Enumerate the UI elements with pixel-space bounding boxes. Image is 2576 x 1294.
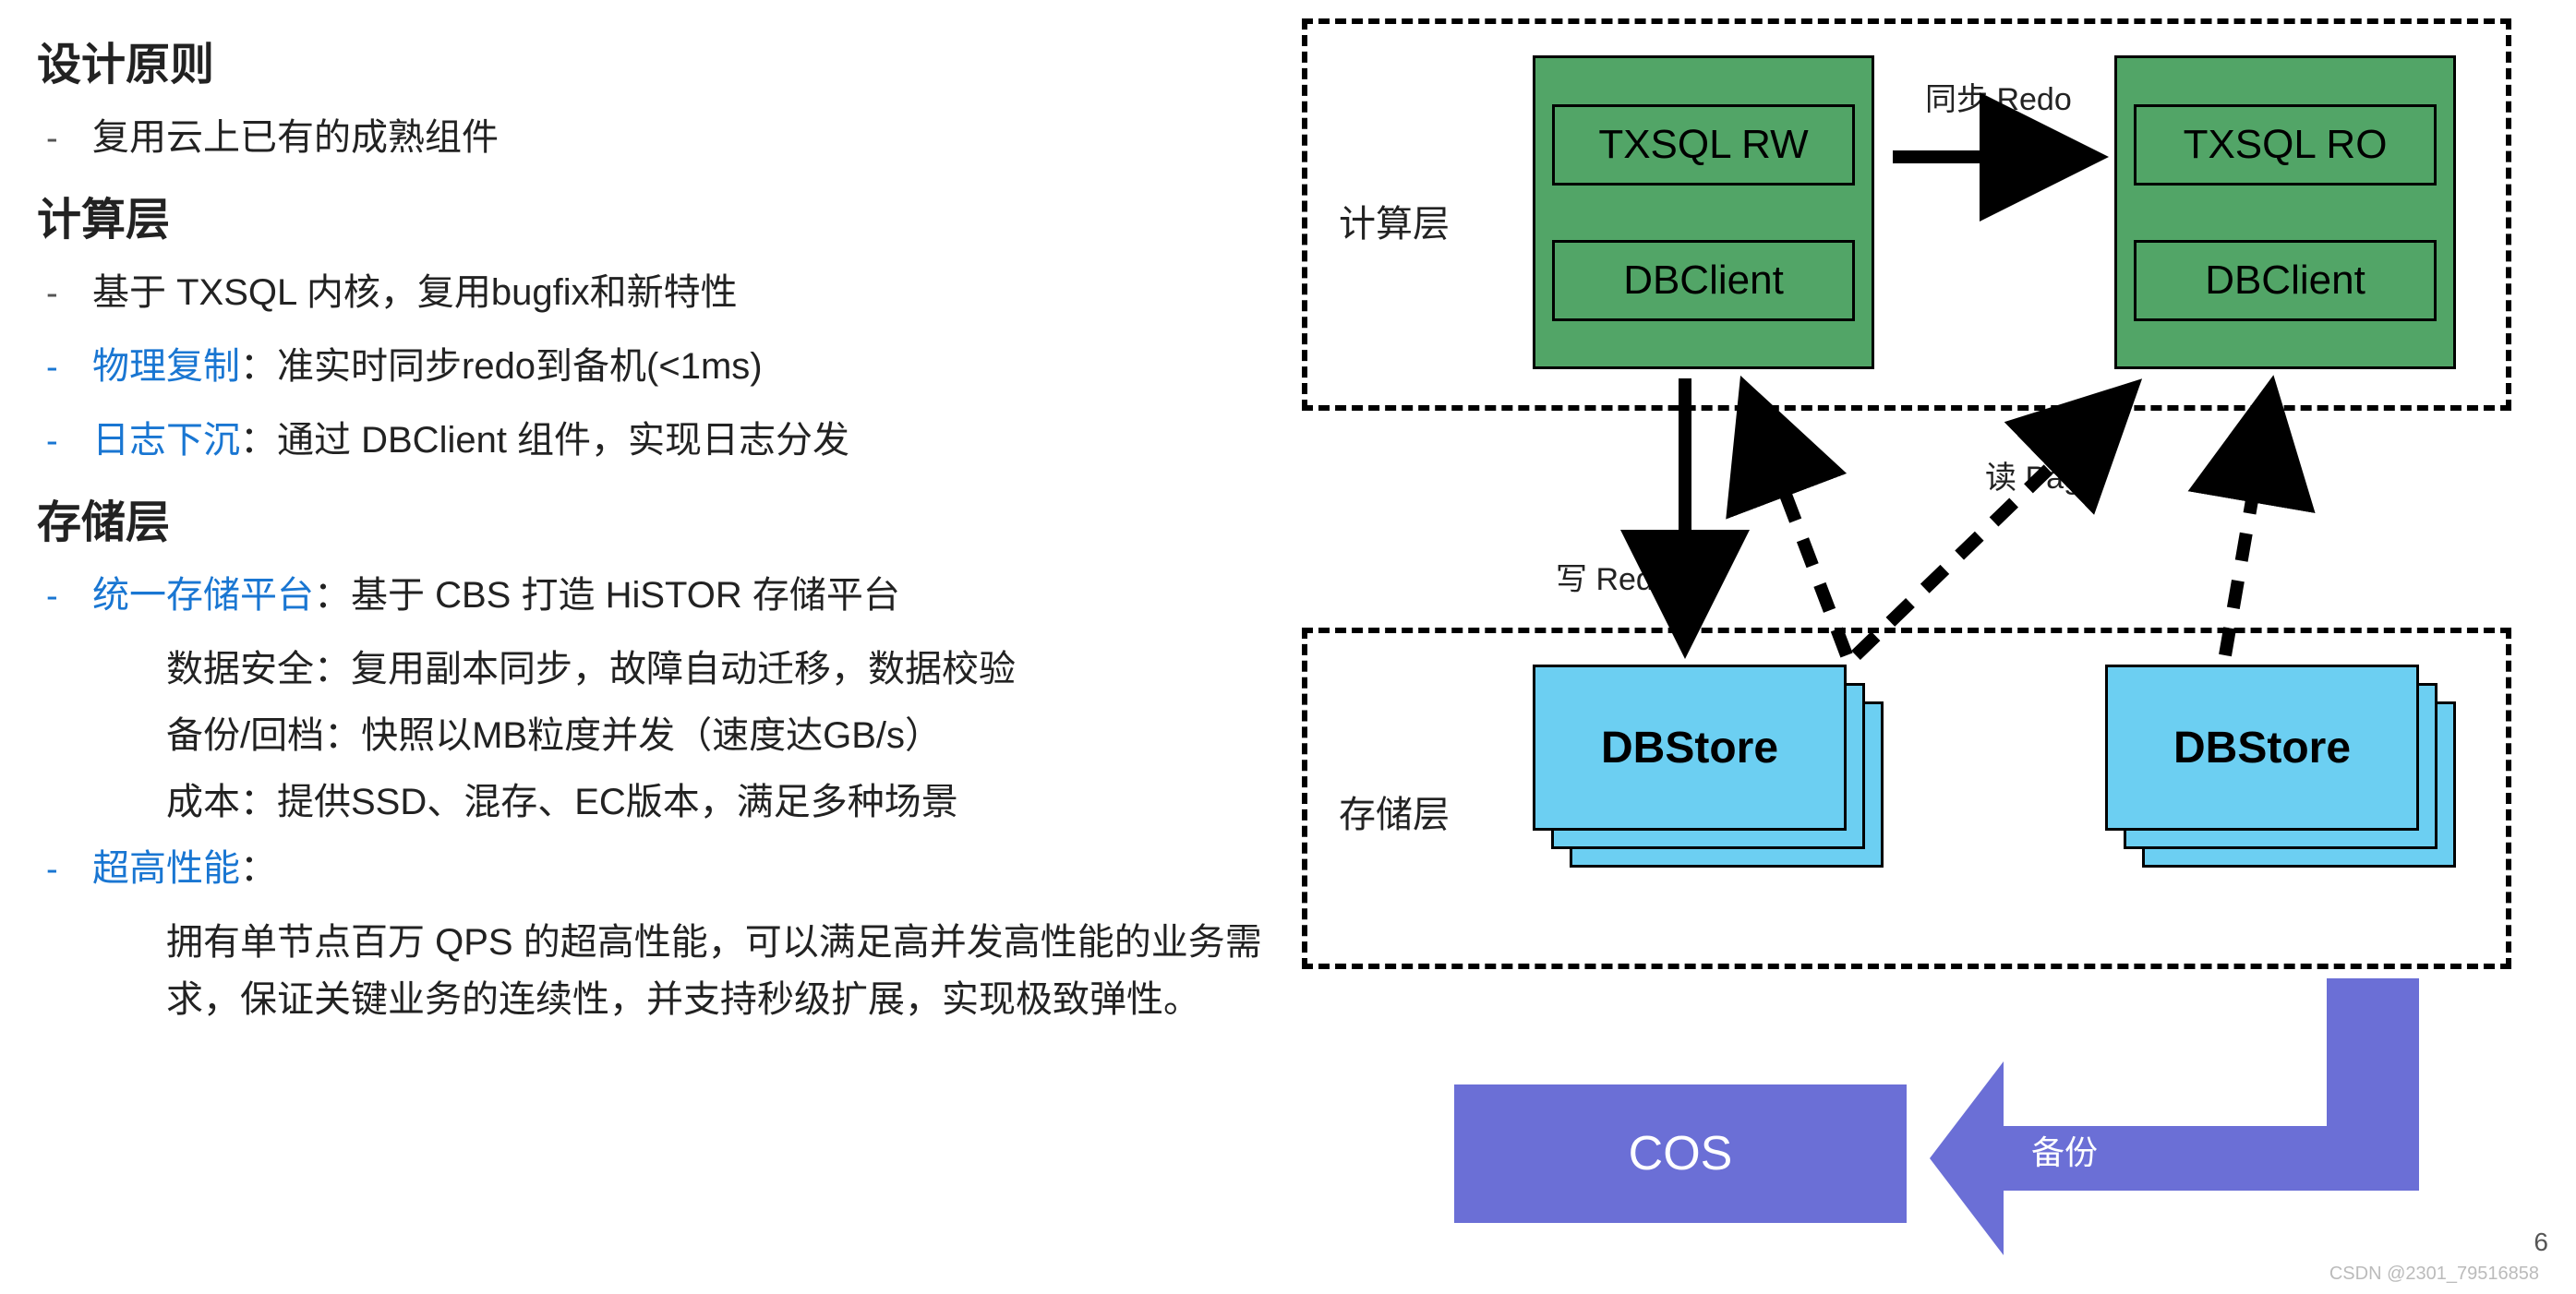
bullet-dash: - (46, 274, 65, 314)
heading-design: 设计原则 (37, 28, 1274, 92)
cos-box: COS (1454, 1084, 1907, 1223)
sub-bullet: 备份/回档：快照以MB粒度并发（速度达GB/s） (166, 707, 1274, 764)
txsql-ro-label: TXSQL RO (2134, 104, 2437, 186)
compute-layer-label: 计算层 (1339, 194, 1450, 247)
dbclient-label: DBClient (2134, 240, 2437, 321)
bullet-text: 日志下沉：通过 DBClient 组件，实现日志分发 (92, 412, 849, 469)
heading-compute: 计算层 (37, 183, 1274, 247)
bullet-compute-1: - 基于 TXSQL 内核，复用bugfix和新特性 (37, 264, 1274, 321)
txsql-rw-node: TXSQL RW DBClient (1533, 55, 1874, 369)
text-content-panel: 设计原则 - 复用云上已有的成熟组件 计算层 - 基于 TXSQL 内核，复用b… (37, 28, 1274, 1037)
bullet-compute-2: - 物理复制：准实时同步redo到备机(<1ms) (37, 338, 1274, 395)
bullet-storage-2: - 超高性能： (37, 840, 1274, 897)
dbstore-stack-2: DBStore (2105, 665, 2456, 877)
highlight: 物理复制 (92, 346, 240, 387)
bullet-dash: - (46, 422, 65, 461)
dbstore-card: DBStore (2105, 665, 2419, 831)
watermark: CSDN @2301_79516858 (2329, 1264, 2539, 1285)
backup-label: 备份 (2031, 1126, 2098, 1174)
txsql-ro-node: TXSQL RO DBClient (2114, 55, 2456, 369)
bullet-text: 复用云上已有的成熟组件 (92, 109, 499, 166)
dbstore-card: DBStore (1533, 665, 1847, 831)
bullet-dash: - (46, 119, 65, 159)
read-page-label: 读 Page (1985, 452, 2099, 497)
bullet-dash: - (46, 348, 65, 388)
architecture-diagram: 计算层 存储层 TXSQL RW DBClient TXSQL RO DBCli… (1302, 18, 2539, 1274)
highlight: 日志下沉 (92, 420, 240, 461)
sync-redo-label: 同步 Redo (1925, 74, 2072, 119)
bullet-dash: - (46, 850, 65, 890)
bullet-text: 物理复制：准实时同步redo到备机(<1ms) (92, 338, 763, 395)
sub-bullet: 拥有单节点百万 QPS 的超高性能，可以满足高并发高性能的业务需求，保证关键业务… (166, 914, 1274, 1028)
sub-bullet: 成本：提供SSD、混存、EC版本，满足多种场景 (166, 773, 1274, 831)
highlight: 超高性能 (92, 848, 240, 889)
bullet-compute-3: - 日志下沉：通过 DBClient 组件，实现日志分发 (37, 412, 1274, 469)
bullet-text: 基于 TXSQL 内核，复用bugfix和新特性 (92, 264, 738, 321)
backup-arrow-icon (1930, 978, 2428, 1255)
bullet-storage-1: - 统一存储平台：基于 CBS 打造 HiSTOR 存储平台 (37, 567, 1274, 624)
bullet-text: 超高性能： (92, 840, 277, 897)
txsql-rw-label: TXSQL RW (1552, 104, 1855, 186)
sub-bullets-storage-2: 拥有单节点百万 QPS 的超高性能，可以满足高并发高性能的业务需求，保证关键业务… (37, 914, 1274, 1028)
sub-bullet: 数据安全：复用副本同步，故障自动迁移，数据校验 (166, 641, 1274, 698)
highlight: 统一存储平台 (92, 575, 314, 616)
sub-bullets-storage-1: 数据安全：复用副本同步，故障自动迁移，数据校验 备份/回档：快照以MB粒度并发（… (37, 641, 1274, 831)
dbclient-label: DBClient (1552, 240, 1855, 321)
write-redo-label: 写 Redo (1556, 554, 1671, 599)
heading-storage: 存储层 (37, 485, 1274, 550)
bullet-design-1: - 复用云上已有的成熟组件 (37, 109, 1274, 166)
bullet-dash: - (46, 577, 65, 617)
storage-layer-label: 存储层 (1339, 785, 1450, 838)
bullet-text: 统一存储平台：基于 CBS 打造 HiSTOR 存储平台 (92, 567, 900, 624)
page-number: 6 (2534, 1228, 2548, 1257)
dbstore-stack-1: DBStore (1533, 665, 1884, 877)
